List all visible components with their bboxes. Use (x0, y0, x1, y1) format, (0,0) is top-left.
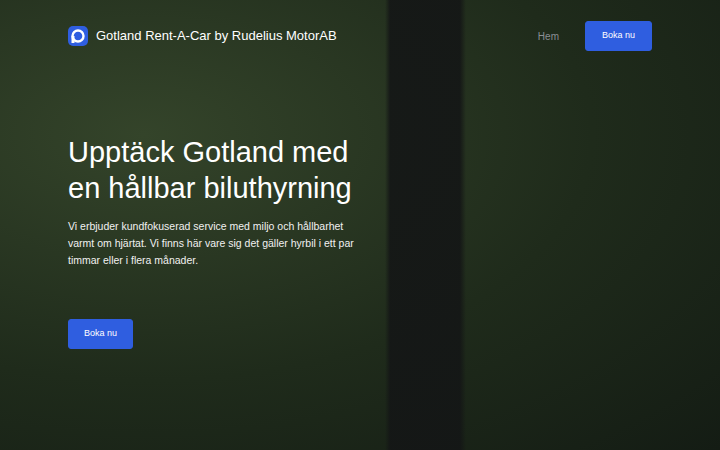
hero-text: Vi erbjuder kundfokuserad service med mi… (68, 218, 358, 269)
brand-name[interactable]: Gotland Rent-A-Car by Rudelius MotorAB (96, 26, 337, 46)
top-navbar: Gotland Rent-A-Car by Rudelius MotorAB He… (68, 0, 652, 56)
hero-section: Upptäck Gotland med en hållbar biluthyrn… (68, 56, 652, 349)
book-button[interactable]: Boka nu (585, 21, 652, 51)
hero-title: Upptäck Gotland med en hållbar biluthyrn… (68, 134, 368, 206)
hero-book-button[interactable]: Boka nu (68, 319, 133, 349)
brand-link[interactable]: Gotland Rent-A-Car by Rudelius MotorAB (68, 21, 337, 51)
nav-link[interactable]: Hem (528, 23, 569, 50)
nav-actions: Hem Boka nu (528, 21, 652, 51)
logo-icon (68, 26, 88, 46)
